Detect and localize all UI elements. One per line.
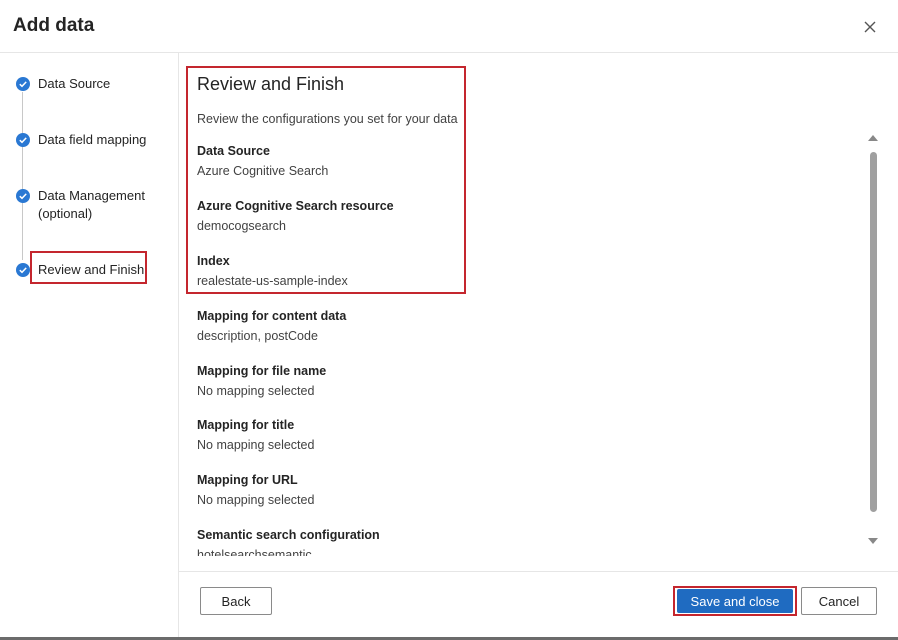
back-button[interactable]: Back: [200, 587, 272, 615]
check-circle-icon: [16, 189, 30, 203]
dialog-title: Add data: [13, 15, 95, 36]
current-step-highlight: [30, 251, 147, 284]
check-circle-icon: [16, 133, 30, 147]
scrollbar-thumb[interactable]: [870, 152, 877, 512]
scroll-down-arrow-icon[interactable]: [868, 538, 878, 544]
scroll-up-arrow-icon[interactable]: [868, 135, 878, 141]
review-item-value: No mapping selected: [197, 493, 315, 507]
review-item-heading: Semantic search configuration: [197, 528, 380, 542]
sidebar-divider: [178, 53, 179, 638]
review-item-heading: Mapping for URL: [197, 473, 298, 487]
review-item-semantic-config: Semantic search configuration hotelsearc…: [197, 526, 380, 556]
review-item-value: hotelsearchsemantic: [197, 548, 312, 556]
step-label: Data Source: [38, 76, 111, 91]
close-icon[interactable]: [860, 17, 880, 37]
review-item-url-mapping: Mapping for URL No mapping selected: [197, 471, 314, 509]
review-item-file-name-mapping: Mapping for file name No mapping selecte…: [197, 362, 326, 400]
review-item-value: description, postCode: [197, 329, 318, 343]
check-circle-icon: [16, 77, 30, 91]
review-item-heading: Mapping for title: [197, 418, 295, 432]
review-item-title-mapping: Mapping for title No mapping selected: [197, 416, 314, 454]
review-item-content-mapping: Mapping for content data description, po…: [197, 307, 346, 345]
step-label: Data field mapping: [38, 132, 147, 147]
review-item-value: No mapping selected: [197, 384, 315, 398]
check-circle-icon: [16, 263, 30, 277]
review-item-heading: Mapping for content data: [197, 309, 347, 323]
cancel-button[interactable]: Cancel: [801, 587, 877, 615]
header-divider: [0, 52, 898, 53]
vertical-scrollbar[interactable]: [866, 132, 880, 552]
step-label: Data Management (optional): [38, 188, 145, 221]
review-item-value: No mapping selected: [197, 438, 315, 452]
review-item-heading: Mapping for file name: [197, 364, 327, 378]
footer-divider: [179, 571, 898, 572]
steps-connector: [22, 92, 23, 260]
save-and-close-button[interactable]: Save and close: [677, 589, 793, 613]
review-highlight-box: [186, 66, 466, 294]
